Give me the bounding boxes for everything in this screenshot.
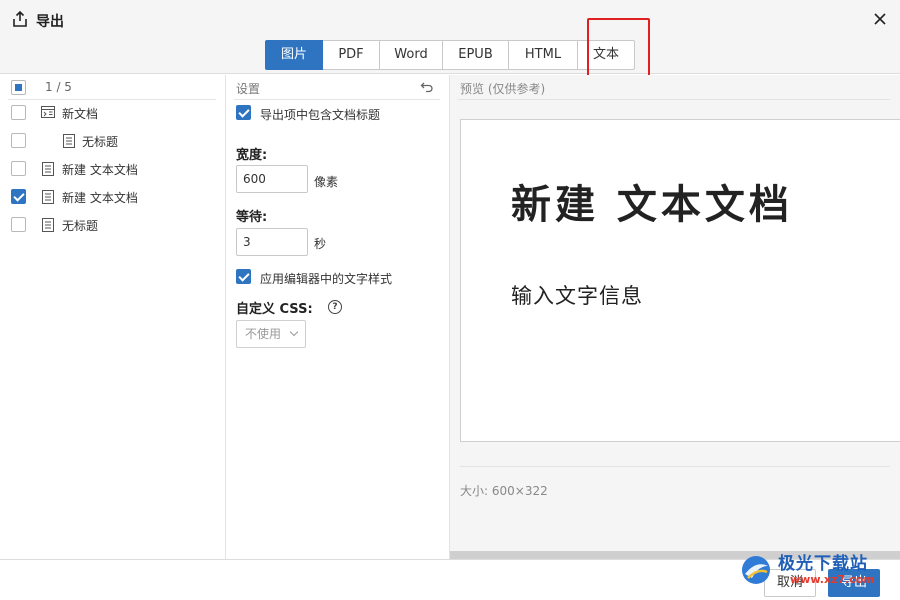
list-item-label: 无标题 <box>62 219 99 233</box>
item-checkbox[interactable] <box>11 161 26 176</box>
settings-heading: 设置 <box>236 82 261 96</box>
folder-doc-icon <box>41 106 55 118</box>
watermark-logo-icon <box>742 556 770 584</box>
include-title-label: 导出项中包含文档标题 <box>260 108 381 122</box>
reset-icon[interactable] <box>420 81 434 93</box>
item-checkbox[interactable] <box>11 133 26 148</box>
list-item[interactable]: 新建 文本文档 <box>0 158 226 180</box>
document-icon <box>63 134 75 148</box>
watermark-url: www.xz7.com <box>790 573 875 586</box>
list-item[interactable]: 无标题 <box>0 214 226 236</box>
export-icon <box>13 10 27 27</box>
chevron-down-icon <box>289 327 299 337</box>
watermark-title: 极光下载站 <box>778 554 868 574</box>
list-item[interactable]: 新建 文本文档 <box>0 186 226 208</box>
custom-css-select[interactable]: 不使用 <box>236 320 306 348</box>
preview-canvas: 新建 文本文档 输入文字信息 <box>460 119 900 442</box>
preview-doc-title: 新建 文本文档 <box>511 181 793 228</box>
list-item[interactable]: 新文档 <box>0 102 226 124</box>
dialog-titlebar: 导出 <box>0 0 900 40</box>
custom-css-select-value: 不使用 <box>245 327 282 341</box>
preview-size: 大小: 600×322 <box>460 484 548 498</box>
document-icon <box>42 190 54 204</box>
divider <box>458 99 890 100</box>
apply-styles-label: 应用编辑器中的文字样式 <box>260 272 393 286</box>
watermark: 极光下载站 www.xz7.com <box>740 548 895 594</box>
width-unit: 像素 <box>314 175 339 189</box>
document-icon <box>42 218 54 232</box>
item-checkbox[interactable] <box>11 189 26 204</box>
width-label: 宽度: <box>236 148 268 163</box>
list-item[interactable]: 无标题 <box>0 130 226 152</box>
selection-count: 1 / 5 <box>45 80 72 94</box>
wait-unit: 秒 <box>314 237 327 251</box>
divider <box>8 99 216 100</box>
preview-doc-body: 输入文字信息 <box>511 284 643 308</box>
list-item-label: 无标题 <box>82 135 119 149</box>
document-icon <box>42 162 54 176</box>
preview-panel: 预览 (仅供参考) 新建 文本文档 输入文字信息 大小: 600×322 <box>450 75 900 559</box>
wait-input[interactable] <box>236 228 308 256</box>
preview-heading: 预览 (仅供参考) <box>460 82 546 96</box>
item-checkbox[interactable] <box>11 217 26 232</box>
tab-html[interactable]: HTML <box>509 40 578 70</box>
tab-word[interactable]: Word <box>380 40 443 70</box>
list-item-label: 新建 文本文档 <box>62 191 138 205</box>
item-checkbox[interactable] <box>11 105 26 120</box>
divider <box>460 466 890 467</box>
tab-epub[interactable]: EPUB <box>443 40 509 70</box>
dialog-title: 导出 <box>36 14 64 30</box>
settings-panel: 设置 导出项中包含文档标题 宽度: 像素 等待: 秒 应用编辑器中的文字样式 自… <box>226 75 450 559</box>
apply-styles-checkbox[interactable] <box>236 269 251 284</box>
close-icon[interactable] <box>870 9 890 29</box>
list-item-label: 新建 文本文档 <box>62 163 138 177</box>
list-item-label: 新文档 <box>62 107 99 121</box>
wait-label: 等待: <box>236 210 268 225</box>
include-title-checkbox[interactable] <box>236 105 251 120</box>
select-all-checkbox[interactable] <box>11 80 26 95</box>
help-icon[interactable]: ? <box>328 300 342 314</box>
tab-image[interactable]: 图片 <box>265 40 323 70</box>
tab-pdf[interactable]: PDF <box>323 40 380 70</box>
width-input[interactable] <box>236 165 308 193</box>
format-tabbar: 图片 PDF Word EPUB HTML 文本 <box>0 40 900 74</box>
document-list-panel: 1 / 5 新文档 无标题 新建 文本文档 新建 文本文档 无标题 <box>0 75 226 559</box>
divider <box>234 99 440 100</box>
format-tabs: 图片 PDF Word EPUB HTML 文本 <box>265 40 635 70</box>
custom-css-label: 自定义 CSS: <box>236 302 313 317</box>
